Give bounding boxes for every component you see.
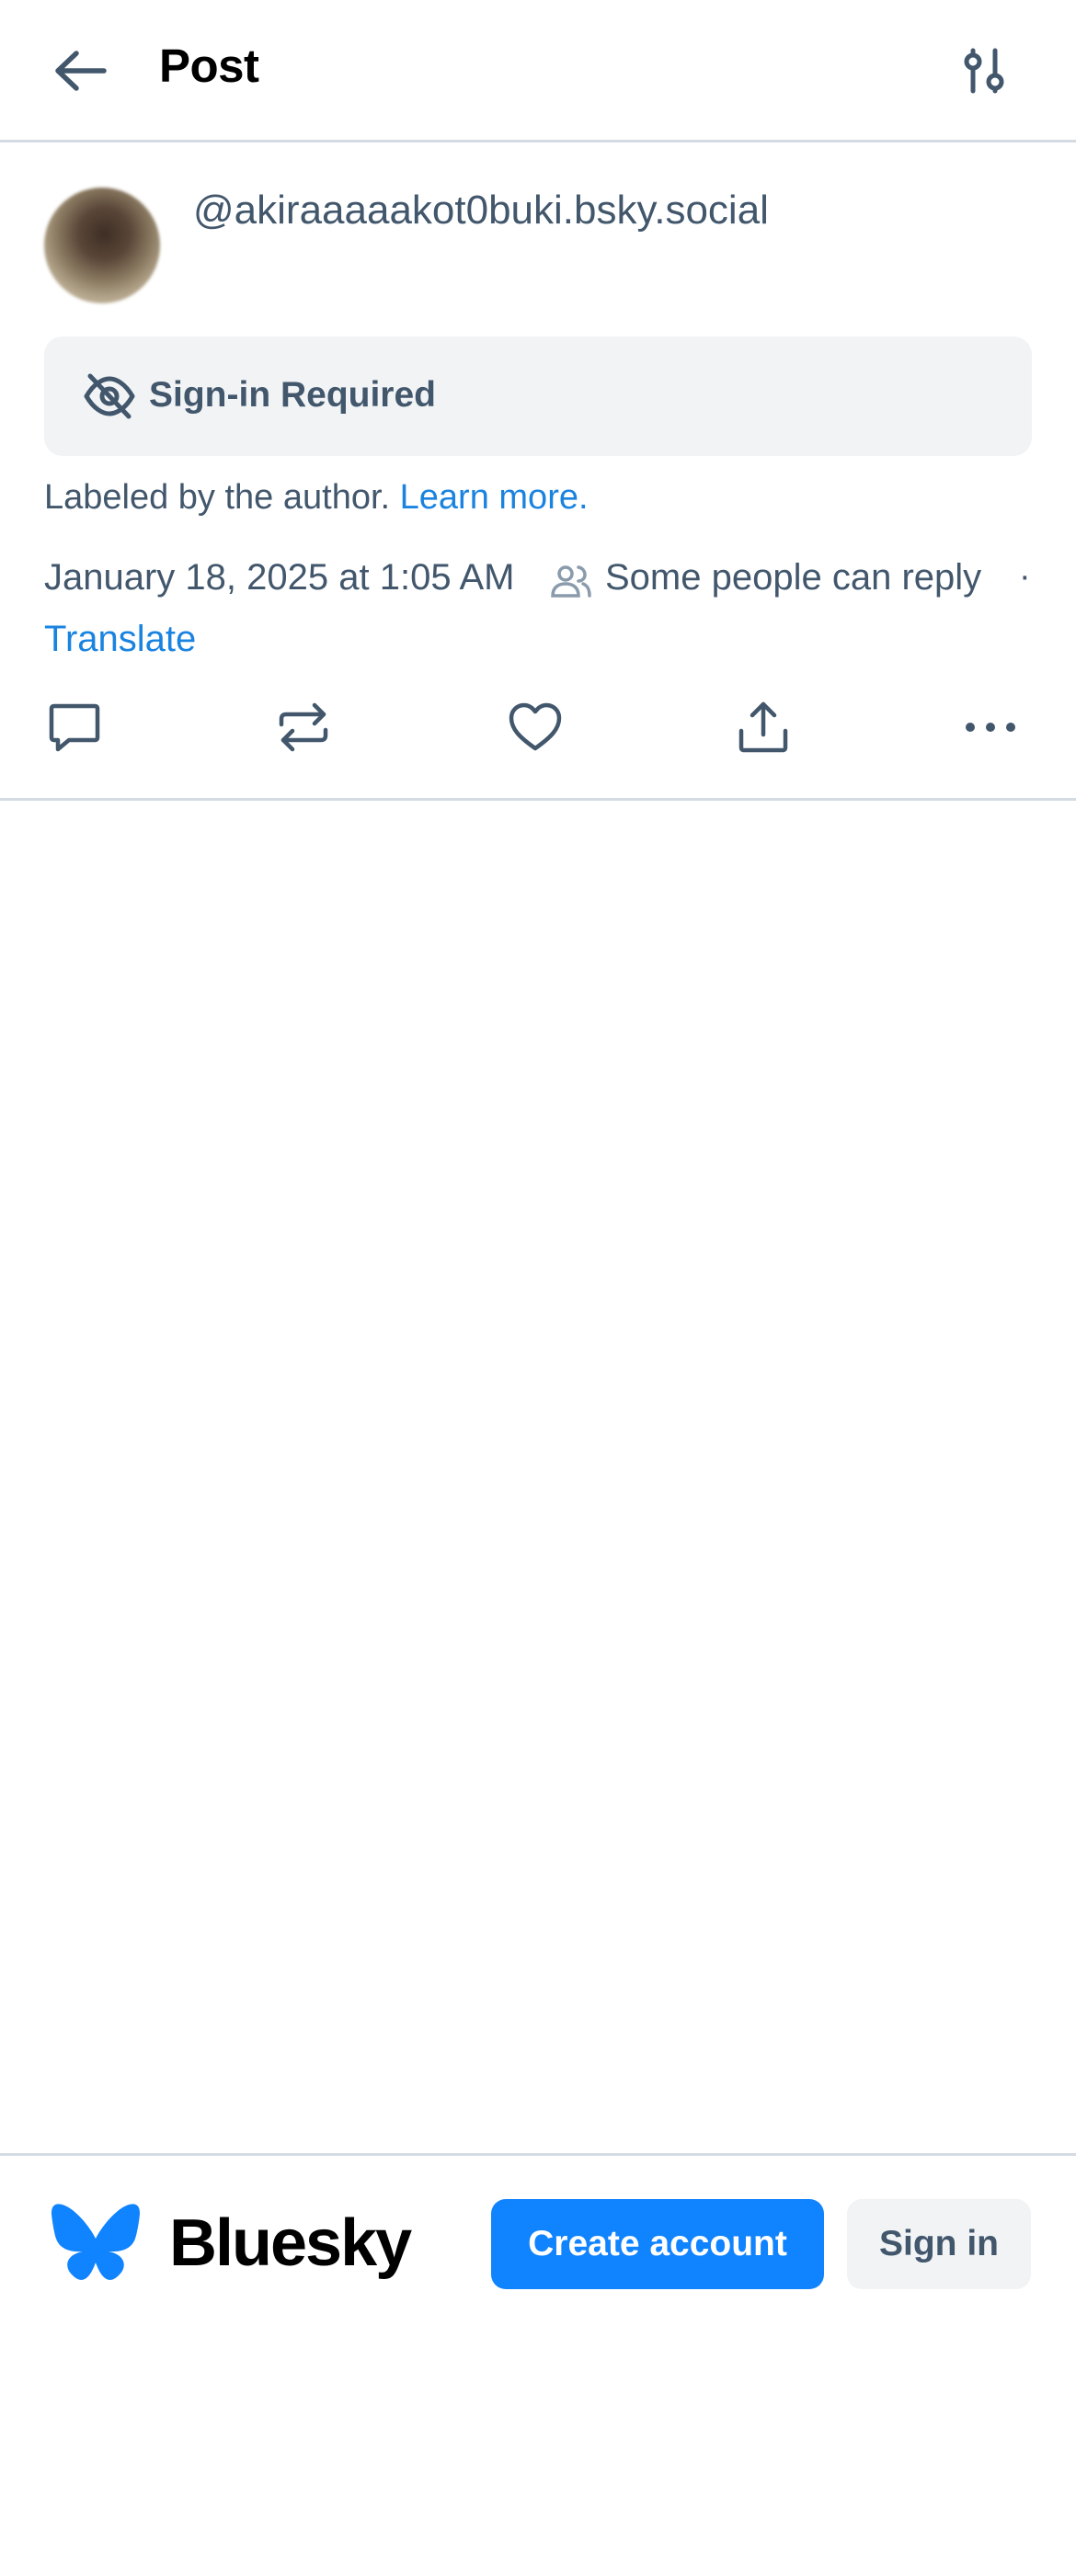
post-divider [0,798,1076,801]
reply-button[interactable] [42,697,107,758]
reply-icon [49,703,100,752]
arrow-left-icon [55,51,107,91]
meta-separator: · [1019,557,1031,596]
content-warning[interactable]: Sign-in Required [44,336,1032,456]
people-icon [551,565,591,598]
translate-link[interactable]: Translate [44,619,196,660]
like-button[interactable] [503,697,567,758]
more-options-button[interactable] [958,697,1023,758]
sign-in-button[interactable]: Sign in [847,2199,1031,2289]
author-handle[interactable]: @akiraaaaakot0buki.bsky.social [193,188,769,234]
repost-button[interactable] [271,697,336,758]
label-notice: Labeled by the author. Learn more. [44,478,589,518]
learn-more-link[interactable]: Learn more. [400,478,589,517]
share-icon [738,701,788,753]
butterfly-logo-icon [52,2204,140,2280]
top-bar: Post [0,0,1076,142]
repost-icon [279,702,328,752]
create-account-button[interactable]: Create account [491,2199,824,2289]
avatar[interactable] [44,188,160,303]
like-icon [509,702,562,751]
post-timestamp: January 18, 2025 at 1:05 AM [44,557,515,598]
brand-name: Bluesky [169,2206,412,2280]
more-icon [966,723,1015,732]
share-button[interactable] [731,697,796,758]
page-title: Post [159,40,259,92]
thread-settings-button[interactable] [952,40,1016,101]
label-notice-text: Labeled by the author. [44,478,391,517]
eye-slash-icon [84,373,135,419]
reply-setting[interactable]: Some people can reply [605,557,981,598]
sliders-icon [964,48,1004,94]
sign-up-bar: Bluesky Create account Sign in [0,2153,1076,2576]
content-warning-label: Sign-in Required [149,375,436,415]
back-button[interactable] [48,40,112,101]
